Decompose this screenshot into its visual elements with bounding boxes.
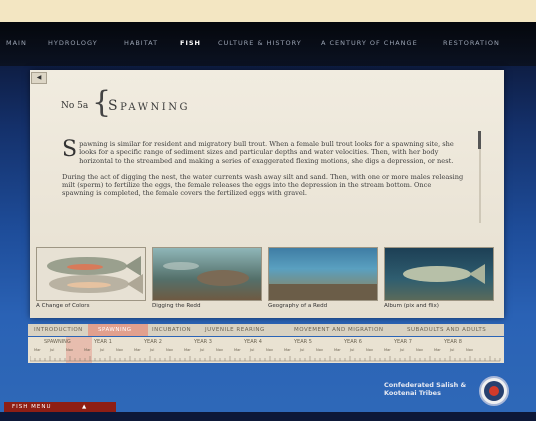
nav-item-culture-history[interactable]: CULTURE & HISTORY — [218, 39, 302, 47]
fish-menu-label: FISH MENU — [12, 404, 52, 410]
thumbnail-geography-of-a-redd[interactable] — [268, 247, 378, 301]
bottom-bar — [0, 412, 536, 421]
chevron-up-icon: ▲ — [82, 404, 88, 410]
timeline-month-label: Mar — [434, 348, 441, 352]
timeline-month-label: Mar — [184, 348, 191, 352]
timeline-month-label: Nov — [466, 348, 474, 352]
bull-trout-photo — [403, 264, 485, 284]
thumbnail-change-of-colors[interactable] — [36, 247, 146, 301]
stream-bottom-photo — [269, 284, 377, 300]
timeline-month-label: Nov — [216, 348, 224, 352]
text-scrollbar-thumb[interactable] — [478, 131, 481, 149]
nav-item-main[interactable]: MAIN — [6, 39, 27, 47]
timeline-month-label: Jul — [200, 348, 205, 352]
timeline-month-label: Mar — [284, 348, 291, 352]
timeline-month-label: Nov — [416, 348, 424, 352]
timeline-year-label[interactable]: YEAR 3 — [194, 339, 212, 345]
tab-juvenile-rearing[interactable]: JUVENILE REARING — [205, 327, 265, 333]
timeline-month-label: Jul — [150, 348, 155, 352]
nav-item-restoration[interactable]: RESTORATION — [443, 39, 500, 47]
nav-item-century-of-change[interactable]: A CENTURY OF CHANGE — [321, 39, 418, 47]
section-number: No 5a — [61, 101, 89, 111]
nav-item-habitat[interactable]: HABITAT — [124, 39, 158, 47]
top-banner-strip — [0, 0, 536, 22]
tab-spawning[interactable]: SPAWNING — [98, 327, 131, 333]
tribes-logo-text: Confederated Salish & Kootenai Tribes — [384, 381, 467, 397]
timeline-year-label[interactable]: YEAR 1 — [94, 339, 112, 345]
tab-movement-and-migration[interactable]: MOVEMENT AND MIGRATION — [294, 327, 384, 333]
timeline-year-label[interactable]: YEAR 5 — [294, 339, 312, 345]
timeline-month-label: Nov — [316, 348, 324, 352]
timeline-month-label: Mar — [384, 348, 391, 352]
trout-illustration — [47, 256, 143, 294]
page-title: Spawning — [108, 98, 190, 114]
seal-graphic — [484, 381, 504, 401]
nav-item-hydrology[interactable]: HYDROLOGY — [48, 39, 98, 47]
timeline-year-label[interactable]: YEAR 4 — [244, 339, 262, 345]
paragraph-1: Spawning is similar for resident and mig… — [62, 137, 464, 165]
tab-subadults-and-adults[interactable]: SUBADULTS AND ADULTS — [407, 327, 486, 333]
paragraph-1-text: pawning is similar for resident and migr… — [79, 140, 454, 165]
timeline-month-label: Mar — [34, 348, 41, 352]
article-body: Spawning is similar for resident and mig… — [62, 137, 464, 206]
main-navigation: MAIN HYDROLOGY HABITAT FISH CULTURE & HI… — [0, 22, 536, 66]
timeline-month-label: Nov — [366, 348, 374, 352]
timeline-month-label: Mar — [234, 348, 241, 352]
timeline-month-label: Jul — [350, 348, 355, 352]
redd-photo — [163, 262, 249, 286]
thumbnail-digging-the-redd[interactable] — [152, 247, 262, 301]
timeline-month-label: Jul — [50, 348, 55, 352]
thumbnail-album[interactable] — [384, 247, 494, 301]
caption-album[interactable]: Album (pix and flix) — [384, 303, 439, 309]
timeline-month-label: Mar — [84, 348, 91, 352]
timeline-year-label[interactable]: YEAR 8 — [444, 339, 462, 345]
timeline-year-label[interactable]: YEAR 2 — [144, 339, 162, 345]
timeline-month-label: Jul — [400, 348, 405, 352]
timeline-year-label[interactable]: YEAR 7 — [394, 339, 412, 345]
caption-geography-of-a-redd[interactable]: Geography of a Redd — [268, 303, 327, 309]
timeline-month-label: Nov — [266, 348, 274, 352]
timeline-month-label: Mar — [334, 348, 341, 352]
tab-incubation[interactable]: INCUBATION — [152, 327, 191, 333]
nav-item-fish[interactable]: FISH — [180, 39, 201, 47]
timeline-month-label: Jul — [250, 348, 255, 352]
timeline-month-label: Jul — [300, 348, 305, 352]
timeline-ticks — [30, 356, 501, 362]
caption-change-of-colors[interactable]: A Change of Colors — [36, 303, 90, 309]
tab-introduction[interactable]: INTRODUCTION — [34, 327, 83, 333]
back-button[interactable]: ◀ — [31, 72, 47, 84]
caption-digging-the-redd[interactable]: Digging the Redd — [152, 303, 201, 309]
timeline-month-label: Nov — [166, 348, 174, 352]
fish-menu-button[interactable]: FISH MENU ▲ — [4, 402, 116, 412]
timeline-month-label: Mar — [134, 348, 141, 352]
timeline-month-label: Nov — [66, 348, 74, 352]
drop-cap: S — [62, 137, 78, 162]
timeline-year-label[interactable]: YEAR 6 — [344, 339, 362, 345]
paragraph-2: During the act of digging the nest, the … — [62, 172, 464, 198]
timeline-year-label[interactable]: SPAWNING — [44, 339, 71, 345]
timeline-month-label: Nov — [116, 348, 124, 352]
tribes-seal-icon[interactable] — [479, 376, 509, 406]
timeline-month-label: Jul — [450, 348, 455, 352]
timeline-month-label: Jul — [100, 348, 105, 352]
